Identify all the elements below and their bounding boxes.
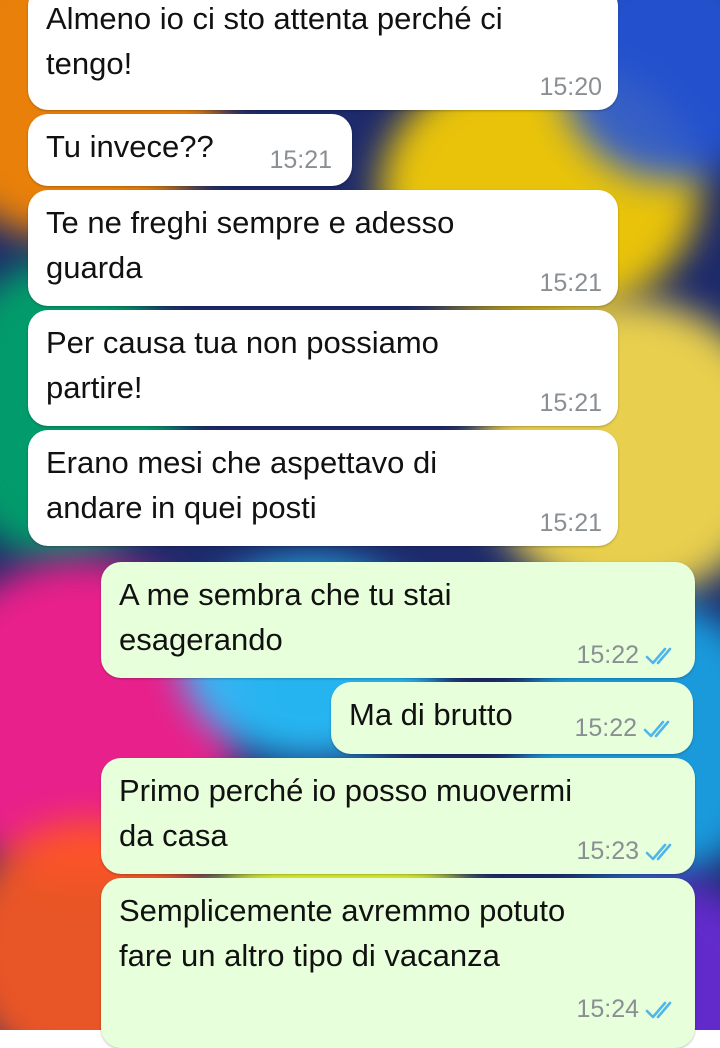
message-bubble[interactable]: Per causa tua non possiamo partire! 15:2…: [28, 310, 618, 426]
message-bubble[interactable]: Ma di brutto 15:22: [331, 682, 693, 754]
message-time: 15:21: [539, 509, 602, 537]
double-check-read-icon: [645, 647, 672, 664]
message-time: 15:23: [576, 837, 639, 865]
message-text: Te ne freghi sempre e adesso guarda: [46, 205, 455, 285]
double-check-read-icon: [645, 843, 672, 860]
message-text: Almeno io ci sto attenta perché ci tengo…: [46, 1, 503, 81]
message-time: 15:22: [574, 714, 637, 742]
message-time: 15:22: [576, 641, 639, 669]
message-time: 15:20: [539, 73, 602, 101]
message-bubble[interactable]: Tu invece?? 15:21: [28, 114, 352, 186]
message-time: 15:21: [539, 389, 602, 417]
message-time: 15:21: [539, 269, 602, 297]
message-bubble[interactable]: A me sembra che tu stai esagerando 15:22: [101, 562, 695, 678]
message-meta: 15:21: [539, 269, 602, 298]
message-meta: 15:21: [539, 509, 602, 538]
message-text: Semplicemente avremmo potuto fare un alt…: [119, 893, 566, 973]
message-bubble[interactable]: Almeno io ci sto attenta perché ci tengo…: [28, 0, 618, 110]
message-text: Per causa tua non possiamo partire!: [46, 325, 439, 405]
message-text: Erano mesi che aspettavo di andare in qu…: [46, 445, 438, 525]
message-meta: 15:23: [576, 837, 679, 866]
message-meta: 15:24: [576, 995, 679, 1024]
double-check-read-icon: [645, 1001, 672, 1018]
message-list[interactable]: Almeno io ci sto attenta perché ci tengo…: [0, 0, 720, 1048]
message-bubble[interactable]: Primo perché io posso muovermi da casa 1…: [101, 758, 695, 874]
message-bubble[interactable]: Te ne freghi sempre e adesso guarda 15:2…: [28, 190, 618, 306]
message-meta: 15:22: [574, 714, 677, 743]
message-bubble[interactable]: Semplicemente avremmo potuto fare un alt…: [101, 878, 695, 1048]
message-meta: 15:20: [539, 73, 602, 102]
message-meta: 15:21: [539, 389, 602, 418]
message-bubble[interactable]: Erano mesi che aspettavo di andare in qu…: [28, 430, 618, 546]
message-meta: 15:22: [576, 641, 679, 670]
message-time: 15:24: [576, 995, 639, 1023]
double-check-read-icon: [643, 720, 670, 737]
message-time: 15:21: [269, 146, 332, 174]
message-meta: 15:21: [269, 146, 332, 175]
